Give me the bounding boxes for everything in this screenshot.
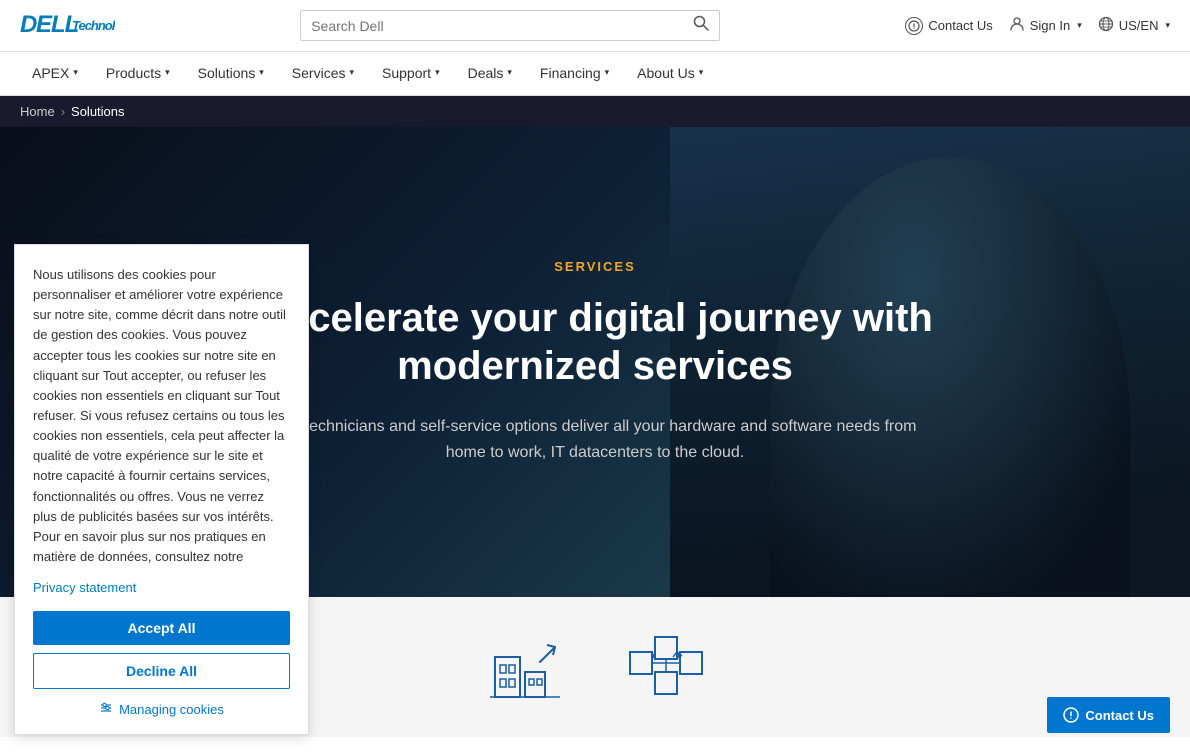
sign-in-label: Sign In	[1030, 18, 1070, 33]
header-right: Contact Us Sign In ▾	[905, 16, 1170, 35]
contact-us-link[interactable]: Contact Us	[905, 17, 992, 35]
sign-in-chevron: ▾	[1077, 20, 1082, 31]
managing-cookies-link[interactable]: Managing cookies	[33, 701, 290, 718]
search-input[interactable]	[311, 18, 693, 34]
locale-chevron: ▾	[1165, 20, 1170, 31]
nav-item-solutions[interactable]: Solutions ▾	[186, 52, 276, 96]
svg-text:D: D	[20, 11, 37, 38]
header: D ELL Technologies Contact Us	[0, 0, 1190, 52]
nav-item-support[interactable]: Support ▾	[370, 52, 452, 96]
locale-link[interactable]: US/EN ▾	[1098, 16, 1170, 35]
nav-item-apex[interactable]: APEX ▾	[20, 52, 90, 96]
contact-us-floating-button[interactable]: Contact Us	[1047, 697, 1170, 733]
building-growth-icon	[485, 627, 565, 707]
search-icon	[693, 15, 709, 31]
manage-cookies-icon	[99, 701, 113, 718]
locale-label: US/EN	[1119, 18, 1159, 33]
solutions-chevron: ▾	[259, 67, 264, 78]
contact-us-label: Contact Us	[928, 18, 992, 33]
services-chevron: ▾	[349, 67, 354, 78]
contact-icon	[905, 17, 923, 35]
breadcrumb-home[interactable]: Home	[20, 104, 55, 119]
financing-chevron: ▾	[605, 67, 610, 78]
breadcrumb: Home › Solutions	[0, 96, 1190, 127]
cookie-banner: Nous utilisons des cookies pour personna…	[14, 244, 309, 735]
privacy-statement-link[interactable]: Privacy statement	[33, 580, 136, 595]
apex-chevron: ▾	[73, 67, 78, 78]
svg-text:Technologies: Technologies	[72, 18, 115, 33]
sign-in-link[interactable]: Sign In ▾	[1009, 16, 1082, 35]
about-chevron: ▾	[699, 67, 704, 78]
nav-item-financing[interactable]: Financing ▾	[528, 52, 621, 96]
logo[interactable]: D ELL Technologies	[20, 8, 115, 44]
nav-item-about[interactable]: About Us ▾	[625, 52, 715, 96]
breadcrumb-current: Solutions	[71, 104, 124, 119]
hero-label: SERVICES	[245, 259, 945, 274]
search-bar	[300, 10, 720, 41]
search-button[interactable]	[693, 15, 709, 36]
icon-box-network	[625, 627, 705, 707]
cookie-text: Nous utilisons des cookies pour personna…	[33, 265, 290, 567]
managing-cookies-label: Managing cookies	[119, 702, 224, 717]
contact-us-float-label: Contact Us	[1085, 708, 1154, 723]
nav-item-services[interactable]: Services ▾	[280, 52, 366, 96]
main-nav: APEX ▾ Products ▾ Solutions ▾ Services ▾…	[0, 52, 1190, 96]
globe-icon	[1098, 16, 1114, 35]
main-content: Home › Solutions SERVICES Accelerate you…	[0, 96, 1190, 737]
accept-all-button[interactable]: Accept All	[33, 611, 290, 645]
decline-all-button[interactable]: Decline All	[33, 653, 290, 689]
logo-dell: D ELL Technologies	[20, 8, 115, 44]
hero-title: Accelerate your digital journey with mod…	[245, 294, 945, 390]
nav-item-deals[interactable]: Deals ▾	[456, 52, 524, 96]
hero-content: SERVICES Accelerate your digital journey…	[205, 259, 985, 465]
support-chevron: ▾	[435, 67, 440, 78]
contact-us-float-icon	[1063, 707, 1079, 723]
hero-subtitle: Our technicians and self-service options…	[255, 414, 935, 465]
deals-chevron: ▾	[507, 67, 512, 78]
nav-item-products[interactable]: Products ▾	[94, 52, 182, 96]
icon-box-building	[485, 627, 565, 707]
breadcrumb-separator: ›	[61, 104, 65, 119]
network-exchange-icon	[625, 627, 705, 707]
products-chevron: ▾	[165, 67, 170, 78]
person-icon	[1009, 16, 1025, 35]
